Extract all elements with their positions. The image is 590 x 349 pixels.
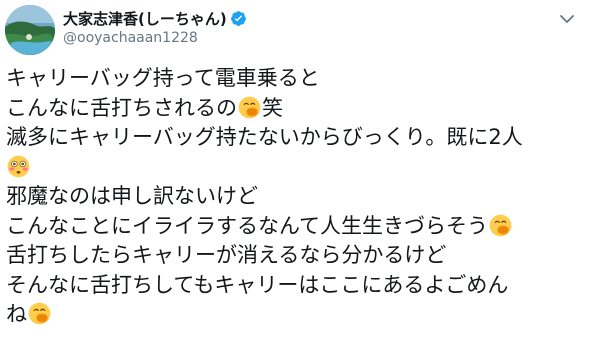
tweet-line: 滅多にキャリーバッグ持たないからびっくり。既に2人	[6, 123, 584, 153]
chevron-down-icon[interactable]	[558, 10, 576, 28]
tweet-card: 大家志津香(しーちゃん) @ooyachaaan1228 キャリーバッグ持って電…	[0, 0, 590, 349]
tweet-line-text: ね	[6, 302, 27, 326]
tweet-line-text-suffix: 笑	[262, 95, 283, 120]
tweet-line-text: キャリーバッグ持って電車乗ると	[6, 66, 320, 90]
tweet-line: そんなに舌打ちしてもキャリーはここにあるよごめん	[6, 271, 584, 301]
tweet-line-text: こんなことにイライラするなんて人生生きづらそう	[6, 213, 488, 238]
tweet-header: 大家志津香(しーちゃん) @ooyachaaan1228	[0, 0, 590, 60]
tweet-line-text: 邪魔なのは申し訳ないけど	[6, 184, 258, 208]
avatar-image	[5, 5, 55, 55]
tweet-line: ね	[6, 300, 584, 330]
face-with-hand-over-mouth-icon	[28, 302, 51, 325]
avatar[interactable]	[5, 5, 55, 55]
user-handle[interactable]: @ooyachaaan1228	[63, 30, 198, 46]
face-with-hand-over-mouth-icon	[238, 96, 261, 119]
flushed-face-icon	[7, 155, 30, 178]
display-name[interactable]: 大家志津香(しーちゃん)	[63, 8, 227, 29]
verified-badge-icon	[230, 10, 247, 27]
tweet-line	[6, 153, 584, 183]
tweet-line: 邪魔なのは申し訳ないけど	[6, 182, 584, 212]
tweet-line-text: こんなに舌打ちされるの	[6, 95, 237, 120]
tweet-line: 舌打ちしたらキャリーが消えるなら分かるけど	[6, 241, 584, 271]
tweet-text: キャリーバッグ持って電車乗ると こんなに舌打ちされるの笑 滅多にキャリーバッグ持…	[6, 64, 584, 330]
tweet-line-text: 舌打ちしたらキャリーが消えるなら分かるけど	[6, 243, 447, 267]
tweet-line-text: 滅多にキャリーバッグ持たないからびっくり。既に2人	[6, 125, 523, 149]
tweet-line: キャリーバッグ持って電車乗ると	[6, 64, 584, 94]
tweet-line-text: そんなに舌打ちしてもキャリーはここにあるよごめん	[6, 272, 509, 297]
tweet-line: こんなことにイライラするなんて人生生きづらそう	[6, 212, 584, 242]
tweet-line: こんなに舌打ちされるの笑	[6, 94, 584, 124]
face-with-hand-over-mouth-icon	[489, 214, 512, 237]
name-row: 大家志津香(しーちゃん)	[63, 8, 247, 28]
